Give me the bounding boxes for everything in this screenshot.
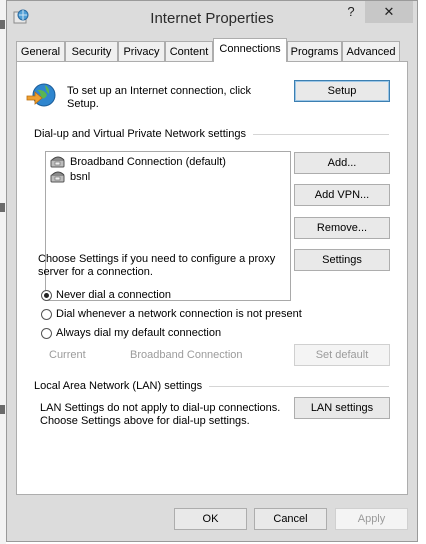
lan-settings-button[interactable]: LAN settings <box>294 397 390 419</box>
radio-label[interactable]: Never dial a connection <box>56 289 171 302</box>
ok-button[interactable]: OK <box>174 508 247 530</box>
lan-description-line2: Choose Settings above for dial-up settin… <box>40 415 250 427</box>
setup-description-line1: To set up an Internet connection, click <box>67 85 252 97</box>
background-mark <box>0 405 5 414</box>
tab-security[interactable]: Security <box>65 41 118 61</box>
dialup-group-title: Dial-up and Virtual Private Network sett… <box>34 128 246 140</box>
lan-group-title: Local Area Network (LAN) settings <box>34 380 203 392</box>
add-vpn-button[interactable]: Add VPN... <box>294 184 390 206</box>
set-default-button[interactable]: Set default <box>294 344 390 366</box>
lan-group-divider <box>209 386 389 387</box>
help-button[interactable]: ? <box>337 1 365 23</box>
background-mark <box>0 20 5 29</box>
tab-connections[interactable]: Connections <box>213 38 287 62</box>
internet-properties-window: Internet Properties ? ✕ General Security… <box>6 0 418 542</box>
current-label: Current <box>49 349 86 361</box>
tab-programs[interactable]: Programs <box>287 41 342 61</box>
list-item[interactable]: bsnl <box>50 170 90 185</box>
radio-label[interactable]: Dial whenever a network connection is no… <box>56 308 302 321</box>
tab-privacy[interactable]: Privacy <box>118 41 165 61</box>
tab-content[interactable]: Content <box>165 41 213 61</box>
connections-panel: To set up an Internet connection, click … <box>16 61 408 495</box>
phone-connection-icon <box>50 156 65 168</box>
radio-label[interactable]: Always dial my default connection <box>56 327 221 340</box>
phone-connection-icon <box>50 171 65 183</box>
tab-advanced[interactable]: Advanced <box>342 41 400 61</box>
setup-description-line2: Setup. <box>67 98 99 110</box>
radio-indicator[interactable] <box>41 309 52 320</box>
settings-button[interactable]: Settings <box>294 249 390 271</box>
apply-button[interactable]: Apply <box>335 508 408 530</box>
cancel-button[interactable]: Cancel <box>254 508 327 530</box>
radio-indicator[interactable] <box>41 328 52 339</box>
connection-name: Broadband Connection (default) <box>70 156 226 168</box>
remove-button[interactable]: Remove... <box>294 217 390 239</box>
add-button[interactable]: Add... <box>294 152 390 174</box>
list-item[interactable]: Broadband Connection (default) <box>50 155 226 170</box>
dialup-group-divider <box>253 134 389 135</box>
lan-description-line1: LAN Settings do not apply to dial-up con… <box>40 402 281 414</box>
settings-description-line2: server for a connection. <box>38 266 153 278</box>
radio-indicator[interactable] <box>41 290 52 301</box>
background-mark <box>0 203 5 212</box>
internet-connection-icon <box>26 83 56 107</box>
settings-description-line1: Choose Settings if you need to configure… <box>38 253 276 265</box>
title-bar[interactable]: Internet Properties ? ✕ <box>7 1 417 35</box>
connection-name: bsnl <box>70 171 91 183</box>
close-button[interactable]: ✕ <box>365 1 413 23</box>
current-connection-value: Broadband Connection <box>130 349 243 361</box>
setup-button[interactable]: Setup <box>294 80 390 102</box>
tab-general[interactable]: General <box>16 41 65 61</box>
